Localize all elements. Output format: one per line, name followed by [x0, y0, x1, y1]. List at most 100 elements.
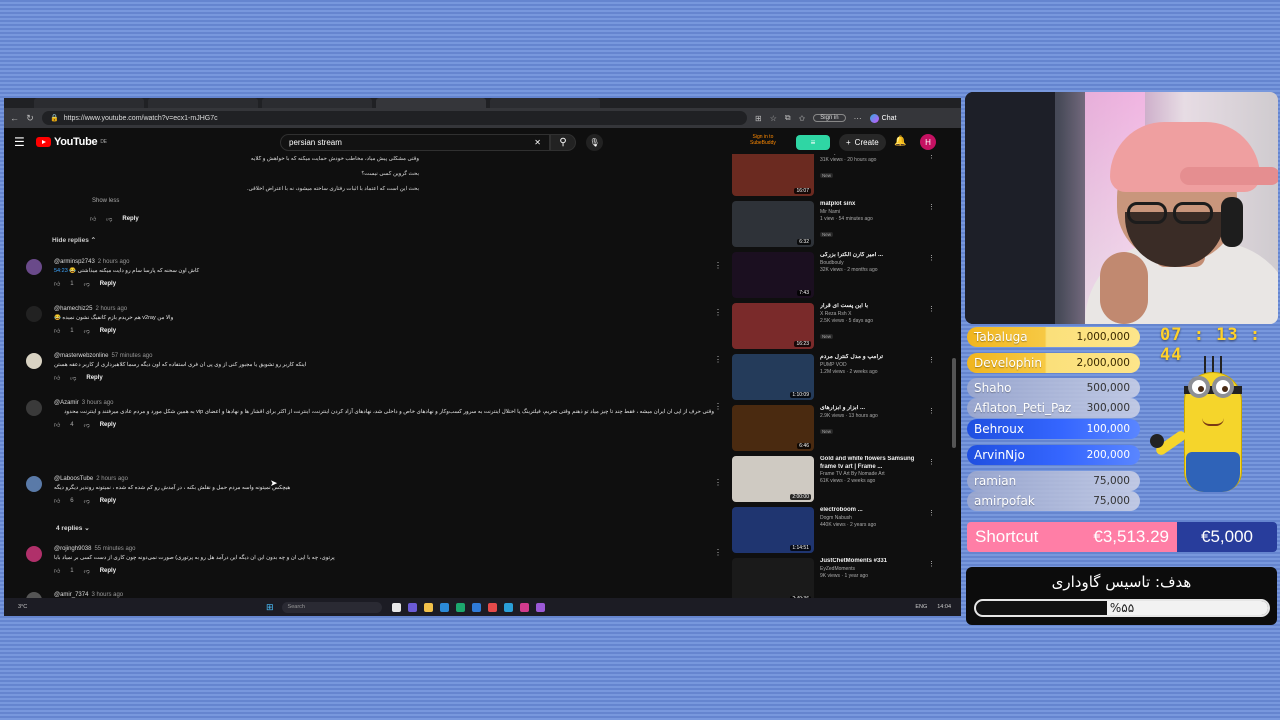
clear-search-icon[interactable]: ✕: [534, 138, 541, 147]
hide-replies-button[interactable]: Hide replies ⌃: [52, 236, 96, 244]
comment-time[interactable]: 3 hours ago: [82, 400, 114, 406]
thumbs-up-icon[interactable]: 👍︎: [54, 567, 60, 575]
recommended-video[interactable]: 6:32 matplot sinx Mir Nami 1 view · 54 minu…: [732, 201, 938, 247]
thumbs-down-icon[interactable]: 👎︎: [84, 280, 90, 288]
outlook-icon[interactable]: [471, 602, 481, 612]
more-actions-icon[interactable]: ⋮: [714, 261, 719, 270]
back-icon[interactable]: ←: [10, 113, 19, 123]
reply-button[interactable]: Reply: [122, 216, 138, 222]
edge-icon[interactable]: [439, 602, 449, 612]
avatar[interactable]: [26, 259, 42, 275]
browser-tab-active[interactable]: [376, 98, 486, 108]
thumbs-up-icon[interactable]: 👍︎: [54, 497, 60, 505]
favorites-icon[interactable]: ✩: [799, 114, 806, 123]
comment-author[interactable]: @rojingh9038: [54, 546, 91, 552]
avatar[interactable]: [26, 546, 42, 562]
twitch-icon[interactable]: [535, 602, 545, 612]
video-channel[interactable]: Mir Nami: [820, 209, 926, 216]
search-input[interactable]: persian stream ✕: [280, 134, 550, 151]
thumbs-up-icon[interactable]: 👍︎: [54, 421, 60, 429]
file-explorer-icon[interactable]: [423, 602, 433, 612]
account-avatar[interactable]: H: [920, 134, 936, 150]
thumbs-up-icon[interactable]: 👍︎: [54, 374, 60, 382]
video-thumbnail[interactable]: 6:46: [732, 405, 814, 451]
browser-tab[interactable]: [34, 98, 144, 108]
video-title[interactable]: matplot sinx: [820, 201, 926, 209]
video-channel[interactable]: Boudbouly: [820, 260, 926, 267]
clock[interactable]: 14:04: [937, 604, 951, 610]
video-thumbnail[interactable]: 1:14:51: [732, 507, 814, 553]
more-actions-icon[interactable]: ⋮: [928, 305, 935, 313]
recommended-video[interactable]: 16:07reza ayeene31K views · 20 hours ago…: [732, 154, 938, 196]
avatar[interactable]: [26, 476, 42, 492]
video-thumbnail[interactable]: 16:07: [732, 154, 814, 196]
reply-button[interactable]: Reply: [86, 375, 102, 381]
video-channel[interactable]: PUMP VOD: [820, 362, 926, 369]
browser-tab[interactable]: [490, 98, 600, 108]
video-thumbnail[interactable]: 7:43: [732, 252, 814, 298]
taskview-icon[interactable]: [391, 602, 401, 612]
thumbs-up-icon[interactable]: 👍︎: [54, 280, 60, 288]
browser-tab[interactable]: [148, 98, 258, 108]
grid-icon[interactable]: ⊞: [755, 114, 762, 123]
comment-time[interactable]: 2 hours ago: [95, 306, 127, 312]
thumbs-down-icon[interactable]: 👎︎: [84, 567, 90, 575]
recommended-video[interactable]: 2:49:36 JustChetMoments #331EyZedMoments9…: [732, 558, 938, 600]
extensions-icon[interactable]: ⧉: [785, 113, 791, 123]
comment-author[interactable]: @LaboosTube: [54, 476, 93, 482]
more-actions-icon[interactable]: ⋮: [714, 355, 719, 364]
avatar[interactable]: [26, 306, 42, 322]
extension-badge[interactable]: Sign in to SubeBuddy: [750, 134, 776, 146]
refresh-icon[interactable]: ↻: [26, 113, 34, 124]
video-thumbnail[interactable]: 6:32: [732, 201, 814, 247]
comment-author[interactable]: @masterwebzonline: [54, 353, 108, 359]
more-actions-icon[interactable]: ⋮: [928, 560, 935, 568]
show-less-link[interactable]: Show less: [92, 198, 119, 204]
scrollbar[interactable]: [952, 358, 956, 448]
browser-tab[interactable]: [262, 98, 372, 108]
thumbs-down-icon[interactable]: 👎︎: [84, 497, 90, 505]
recommended-video[interactable]: 1:14:51 electroboom ... Dogm Nabush 440K vi…: [732, 507, 938, 553]
video-title[interactable]: Gold and white flowers Samsung frame tv …: [820, 456, 926, 471]
video-title[interactable]: امیر کارن الکترا بزرگی ...: [820, 252, 926, 260]
video-thumbnail[interactable]: 16:23: [732, 303, 814, 349]
obs-icon[interactable]: [519, 602, 529, 612]
voice-search-button[interactable]: 🎙: [586, 134, 603, 151]
more-actions-icon[interactable]: ⋮: [928, 509, 935, 517]
reply-button[interactable]: Reply: [100, 281, 116, 287]
comment-time[interactable]: 55 minutes ago: [94, 546, 135, 552]
windows-start-icon[interactable]: ⊞: [266, 602, 274, 613]
video-title[interactable]: ترامپ و مدل کنترل مردم: [820, 354, 926, 362]
video-channel[interactable]: Dogm Nabush: [820, 515, 926, 522]
thumbs-up-icon[interactable]: 👍︎: [90, 215, 96, 223]
video-title[interactable]: JustChetMoments #331: [820, 558, 926, 566]
search-button[interactable]: ⚲: [550, 134, 576, 151]
video-title[interactable]: ابزار و ابزارهای ...: [820, 405, 926, 413]
recommended-video[interactable]: 2:00:00 Gold and white flowers Samsung fr…: [732, 456, 938, 502]
chrome-icon[interactable]: [487, 602, 497, 612]
extension-toggle[interactable]: ≡: [796, 135, 830, 150]
avatar[interactable]: [26, 400, 42, 416]
more-actions-icon[interactable]: ⋮: [714, 548, 719, 557]
thumbs-down-icon[interactable]: 👎︎: [106, 215, 112, 223]
comment-time[interactable]: 2 hours ago: [96, 476, 128, 482]
teams-icon[interactable]: [407, 602, 417, 612]
bell-icon[interactable]: 🔔: [894, 136, 906, 147]
more-actions-icon[interactable]: ⋮: [714, 308, 719, 317]
thumbs-down-icon[interactable]: 👎︎: [84, 327, 90, 335]
recommended-video[interactable]: 6:46 ابزار و ابزارهای ... 2.9K views · 13 …: [732, 405, 938, 451]
recommended-video[interactable]: 7:43 امیر کارن الکترا بزرگی ... Boudbouly 3…: [732, 252, 938, 298]
more-actions-icon[interactable]: ⋮: [928, 356, 935, 364]
store-icon[interactable]: [455, 602, 465, 612]
avatar[interactable]: [26, 353, 42, 369]
more-icon[interactable]: ⋯: [854, 114, 862, 123]
menu-icon[interactable]: ☰: [14, 135, 32, 149]
show-replies-button[interactable]: 4 replies ⌄: [56, 524, 90, 532]
url-field[interactable]: 🔒 https://www.youtube.com/watch?v=ecx1-m…: [42, 111, 747, 125]
thumbs-down-icon[interactable]: 👎︎: [70, 374, 76, 382]
video-title[interactable]: electroboom ...: [820, 507, 926, 515]
language-indicator[interactable]: ENG: [915, 604, 927, 610]
star-icon[interactable]: ☆: [770, 114, 777, 123]
video-thumbnail[interactable]: 1:10:09: [732, 354, 814, 400]
recommended-video[interactable]: 16:23 با این پست ای قرار X Reza Rsh X 2.5K …: [732, 303, 938, 349]
